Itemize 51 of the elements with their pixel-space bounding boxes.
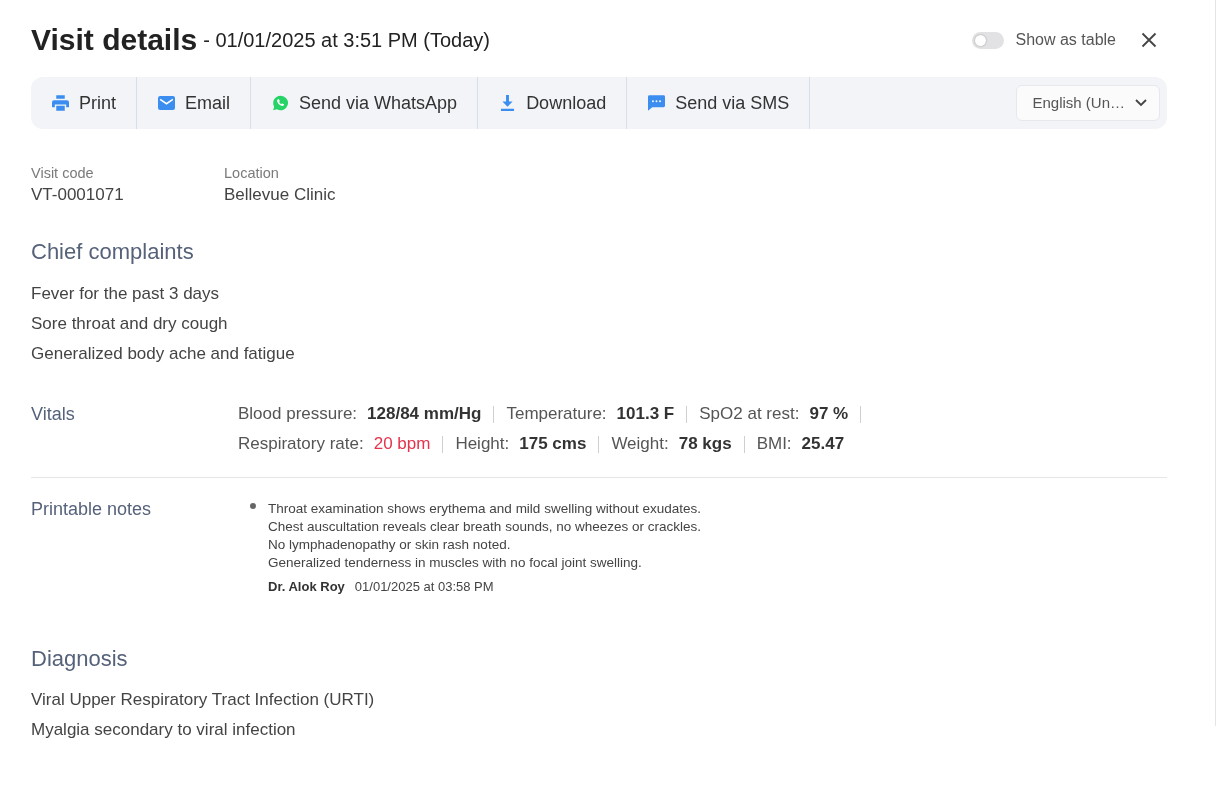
note-timestamp: 01/01/2025 at 03:58 PM [354,578,494,596]
vital-value: 97 % [809,403,849,426]
action-button[interactable]: Send via SMS [627,77,811,129]
diagnosis-text: Viral Upper Respiratory Tract Infection (URTI) [31,689,376,711]
vital-value: 78 kgs [678,433,732,456]
vital-value: 101.3 F [616,403,675,426]
vital-value: 175 cms [519,433,587,456]
language-dropdown[interactable]: English (Un… [1016,85,1160,121]
note-text: Throat examination shows erythema and mild swelling without exudates. [268,500,701,518]
complaint-text: Sore throat and dry cough [31,313,229,335]
note-author: Dr. Alok Roy [268,578,345,596]
vital-value: 128/84 mm/Hg [367,403,482,426]
page-title: Visit details [31,22,198,58]
close-icon [1141,32,1157,48]
field-label: Visit code [31,164,95,183]
vital-label: Temperature: [506,403,607,426]
action-button[interactable]: Send via WhatsApp [251,77,479,129]
download-icon [499,95,517,111]
vital-label: SpO2 at rest: [699,403,800,426]
chat-bubble-icon [648,95,666,111]
vital-label: Height: [455,433,510,456]
envelope-icon [158,95,175,111]
phone-chat-icon [272,95,290,111]
section-heading: Diagnosis [31,645,129,673]
complaint-text: Generalized body ache and fatigue [31,343,296,365]
action-button[interactable]: Print [31,77,137,129]
field-label: Location [224,164,280,183]
chevron-down-icon [1135,99,1147,107]
diagnosis-text: Myalgia secondary to viral infection [31,719,297,741]
field-value: Bellevue Clinic [224,184,337,206]
field-value: VT-0001071 [31,184,125,206]
printer-icon [52,95,69,111]
section-heading: Chief complaints [31,238,195,266]
action-button[interactable]: Download [478,77,628,129]
action-button[interactable]: Email [137,77,252,129]
note-text: Generalized tenderness in muscles with no focal joint swelling. [268,554,643,572]
visit-date: - 01/01/2025 at 3:51 PM (Today) [203,28,491,52]
vital-label: Respiratory rate: [238,433,364,456]
vital-value: 20 bpm [373,433,431,456]
toggle-switch[interactable] [972,31,1005,49]
bullet-icon [250,503,256,509]
note-text: Chest auscultation reveals clear breath sounds, no wheezes or crackles. [268,518,701,536]
vital-label: Weight: [611,433,669,456]
toggle-label: Show as table [1015,30,1116,50]
note-text: No lymphadenopathy or skin rash noted. [268,536,512,554]
section-heading: Printable notes [31,500,153,521]
vital-label: BMI: [756,433,792,456]
section-heading: Vitals [31,403,76,426]
complaint-text: Fever for the past 3 days [31,283,221,305]
vital-label: Blood pressure: [238,403,358,426]
vital-value: 25.47 [801,433,845,456]
